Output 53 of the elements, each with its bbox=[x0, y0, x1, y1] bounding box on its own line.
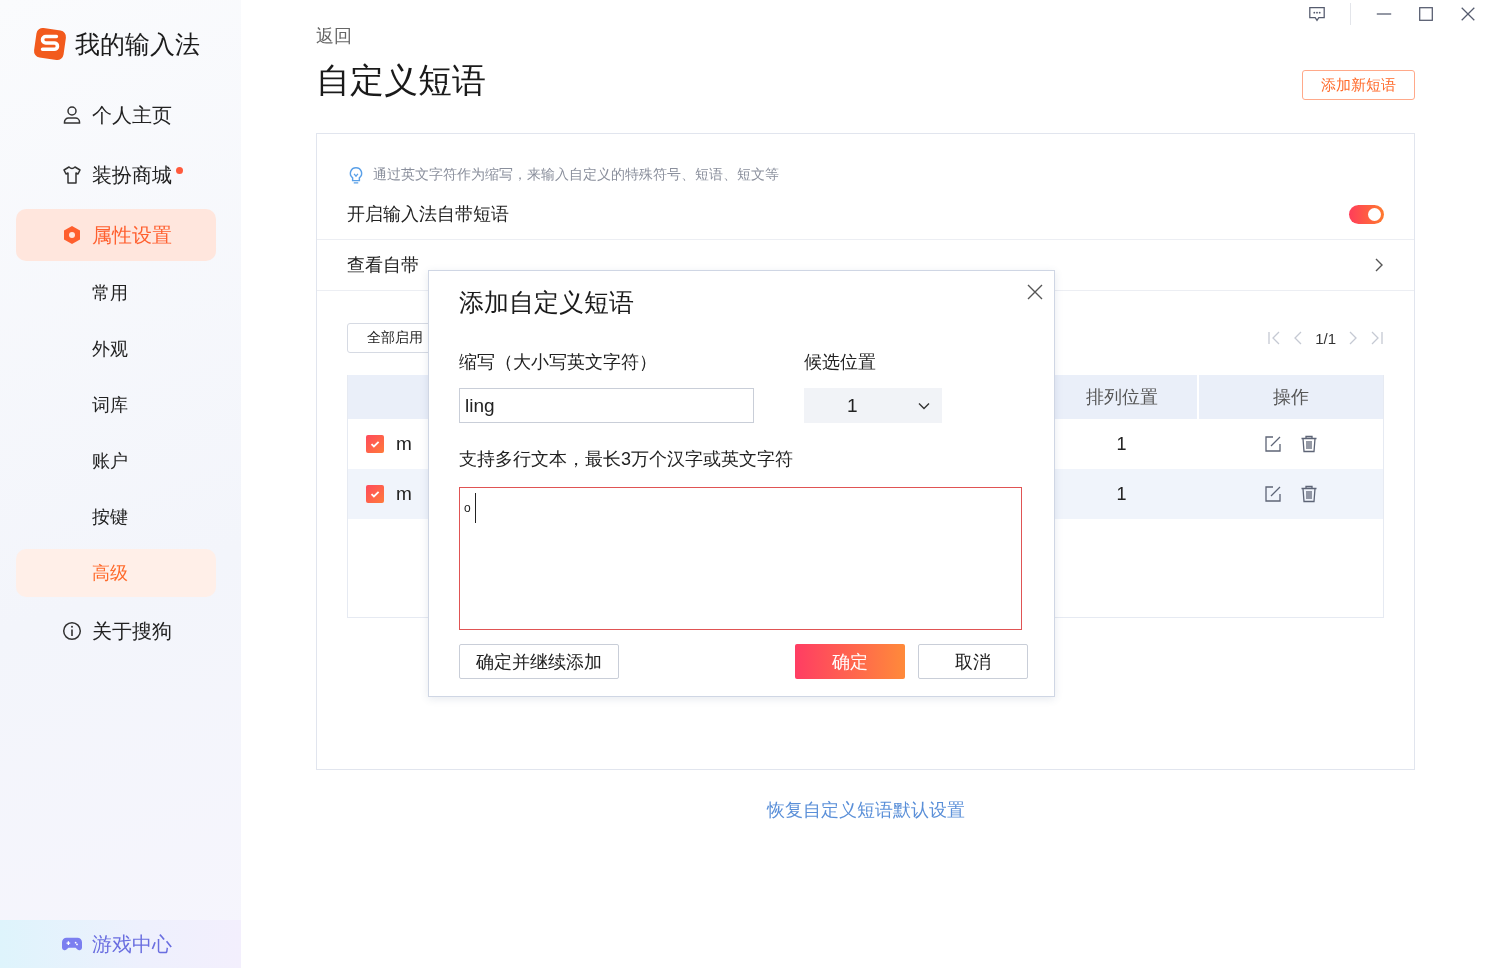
position-dropdown[interactable]: 1 bbox=[804, 388, 942, 423]
checkbox[interactable] bbox=[366, 435, 384, 453]
caret-icon bbox=[918, 401, 930, 410]
app-name: 我的输入法 bbox=[75, 28, 200, 60]
close-icon[interactable] bbox=[1459, 5, 1477, 23]
game-center-link[interactable]: 游戏中心 bbox=[62, 930, 172, 958]
submenu-item[interactable]: 账户 bbox=[16, 437, 216, 485]
lightbulb-icon bbox=[347, 166, 365, 184]
nav-label: 属性设置 bbox=[92, 222, 172, 248]
field-label: 候选位置 bbox=[804, 351, 877, 374]
table-cell-text: 1 bbox=[1115, 433, 1128, 455]
info-icon bbox=[62, 621, 82, 641]
dialog-button[interactable]: 取消 bbox=[918, 644, 1028, 679]
setting-label: 开启输入法自带短语 bbox=[347, 203, 509, 226]
nav-label: 装扮商城 bbox=[92, 162, 172, 188]
trash-icon[interactable] bbox=[1300, 435, 1318, 453]
checkbox[interactable] bbox=[366, 485, 384, 503]
field-label: 缩写（大小写英文字符） bbox=[459, 351, 658, 374]
column-header: 操作 bbox=[1199, 375, 1383, 419]
maximize-icon[interactable] bbox=[1417, 5, 1435, 23]
page-title: 自定义短语 bbox=[316, 60, 486, 101]
submenu-item[interactable]: 词库 bbox=[16, 381, 216, 429]
table-cell: m bbox=[396, 483, 412, 505]
person-icon bbox=[62, 105, 82, 125]
submenu-item[interactable]: 外观 bbox=[16, 325, 216, 373]
nav-label: 关于搜狗 bbox=[92, 618, 172, 644]
submenu-item[interactable]: 常用 bbox=[16, 269, 216, 317]
shirt-icon bbox=[62, 165, 82, 185]
edit-icon[interactable] bbox=[1264, 435, 1282, 453]
content-textarea[interactable]: o bbox=[459, 487, 1022, 630]
chevron-right-icon[interactable] bbox=[1374, 257, 1384, 273]
field-label: 支持多行文本，最长3万个汉字或英文字符 bbox=[459, 448, 794, 471]
trash-icon[interactable] bbox=[1300, 485, 1318, 503]
setting-label: 查看自带 bbox=[347, 254, 419, 277]
table-cell-text: 1 bbox=[1115, 483, 1128, 505]
close-icon[interactable] bbox=[1026, 283, 1044, 301]
table-cell: m bbox=[396, 433, 412, 455]
toggle-switch[interactable] bbox=[1349, 204, 1384, 224]
edit-icon[interactable] bbox=[1264, 485, 1282, 503]
abbreviation-input[interactable]: ling bbox=[459, 388, 754, 423]
hint-text: 通过英文字符作为缩写，来输入自定义的特殊符号、短语、短文等 bbox=[373, 166, 779, 184]
submenu-item[interactable]: 按键 bbox=[16, 493, 216, 541]
dialog-button[interactable]: 确定并继续添加 bbox=[459, 644, 619, 679]
page-indicator: 1/1 bbox=[1315, 329, 1336, 347]
hexagon-icon bbox=[62, 225, 82, 245]
back-link[interactable]: 返回 bbox=[316, 24, 1415, 48]
nav-item[interactable]: 个人主页 bbox=[16, 89, 216, 141]
logo-icon bbox=[33, 27, 67, 61]
nav-item[interactable]: 装扮商城 bbox=[16, 149, 216, 201]
nav-item[interactable]: 关于搜狗 bbox=[16, 605, 216, 657]
nav-label: 个人主页 bbox=[92, 102, 172, 128]
dialog-title: 添加自定义短语 bbox=[459, 287, 634, 318]
feedback-icon[interactable] bbox=[1308, 5, 1326, 23]
